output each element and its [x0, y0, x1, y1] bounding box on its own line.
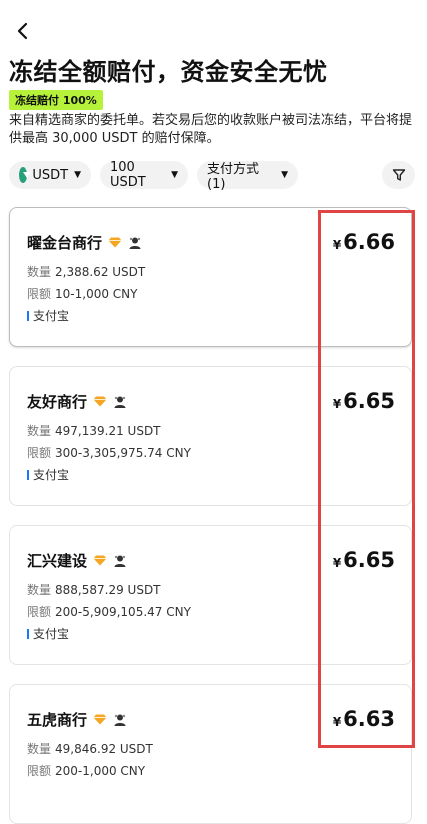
caret-down-icon: ▼ [74, 170, 81, 180]
price: ¥6.63 [333, 707, 395, 731]
price: ¥6.65 [333, 389, 395, 413]
quantity-value: 497,139.21 USDT [55, 424, 161, 438]
merchant-card[interactable]: 五虎商行 数量 49,846.92 USDT 限额 200-1,000 CNY ¥6… [9, 684, 412, 824]
quantity-row: 数量 49,846.92 USDT [27, 740, 153, 757]
currency-symbol: ¥ [332, 556, 342, 570]
coin-label: USDT [32, 167, 69, 183]
price: ¥6.66 [333, 230, 395, 254]
limit-value: 200-5,909,105.47 CNY [55, 605, 191, 619]
limit-row: 限额 200-5,909,105.47 CNY [27, 603, 191, 620]
compensation-badge: 冻结赔付 100% [9, 90, 103, 110]
payment-bar-icon [27, 311, 29, 321]
limit-label: 限额 [27, 446, 52, 460]
limit-value: 300-3,305,975.74 CNY [55, 446, 191, 460]
quantity-row: 数量 888,587.29 USDT [27, 581, 161, 598]
merchant-name: 五虎商行 [27, 711, 88, 729]
merchant-name: 曜金台商行 [27, 234, 103, 252]
limit-label: 限额 [27, 287, 52, 301]
price-value: 6.66 [343, 230, 395, 254]
currency-symbol: ¥ [332, 397, 342, 411]
limit-row: 限额 10-1,000 CNY [27, 285, 137, 302]
currency-symbol: ¥ [332, 715, 342, 729]
quantity-value: 49,846.92 USDT [55, 742, 153, 756]
quantity-row: 数量 497,139.21 USDT [27, 422, 161, 439]
limit-value: 10-1,000 CNY [55, 287, 138, 301]
diamond-icon [108, 237, 122, 248]
amount-label: 100 USDT [110, 160, 146, 190]
quantity-value: 888,587.29 USDT [55, 583, 161, 597]
payment-bar-icon [27, 629, 29, 639]
diamond-icon [93, 714, 107, 725]
merchant-card[interactable]: 友好商行 数量 497,139.21 USDT 限额 300-3,305,975.7… [9, 366, 412, 506]
verified-user-icon [114, 396, 126, 408]
payment-method: 支付宝 [27, 466, 69, 483]
merchant-name: 汇兴建设 [27, 552, 88, 570]
limit-row: 限额 300-3,305,975.74 CNY [27, 444, 191, 461]
caret-down-icon: ▼ [281, 170, 288, 180]
filter-bar: USDT ▼ 100 USDT ▼ 支付方式 (1) ▼ [9, 160, 415, 192]
coin-selector[interactable]: USDT ▼ [9, 161, 91, 189]
payment-method-selector[interactable]: 支付方式 (1) ▼ [197, 161, 298, 192]
payment-label: 支付宝 [33, 468, 70, 482]
limit-label: 限额 [27, 605, 52, 619]
limit-row: 限额 200-1,000 CNY [27, 762, 145, 779]
merchant-card[interactable]: 曜金台商行 数量 2,388.62 USDT 限额 10-1,000 CNY 支付宝… [9, 207, 412, 347]
verified-user-icon [129, 237, 141, 249]
amount-selector[interactable]: 100 USDT ▼ [100, 160, 188, 190]
price-value: 6.65 [343, 548, 395, 572]
payment-method-label: 支付方式 (1) [207, 162, 260, 192]
payment-label: 支付宝 [33, 309, 70, 323]
quantity-value: 2,388.62 USDT [55, 265, 146, 279]
verified-user-icon [114, 555, 126, 567]
caret-down-icon: ▼ [171, 170, 178, 180]
quantity-label: 数量 [27, 583, 52, 597]
merchant-card[interactable]: 汇兴建设 数量 888,587.29 USDT 限额 200-5,909,105.4… [9, 525, 412, 665]
currency-symbol: ¥ [332, 238, 342, 252]
diamond-icon [93, 555, 107, 566]
page-description: 来自精选商家的委托单。若交易后您的收款账户被司法冻结，平台将提供最高 30,00… [9, 113, 413, 146]
back-button[interactable] [12, 20, 34, 42]
limit-label: 限额 [27, 764, 52, 778]
price-value: 6.65 [343, 389, 395, 413]
quantity-row: 数量 2,388.62 USDT [27, 263, 145, 280]
usdt-icon [19, 167, 32, 183]
page-title: 冻结全额赔付，资金安全无忧 [9, 58, 328, 86]
filter-icon [392, 169, 405, 181]
quantity-label: 数量 [27, 265, 52, 279]
verified-user-icon [114, 714, 126, 726]
quantity-label: 数量 [27, 742, 52, 756]
quantity-label: 数量 [27, 424, 52, 438]
payment-method: 支付宝 [27, 625, 69, 642]
filter-button[interactable] [382, 161, 415, 189]
chevron-left-icon [17, 22, 28, 40]
merchant-name: 友好商行 [27, 393, 88, 411]
payment-bar-icon [27, 470, 29, 480]
payment-method: 支付宝 [27, 307, 69, 324]
diamond-icon [93, 396, 107, 407]
price-value: 6.63 [343, 707, 395, 731]
price: ¥6.65 [333, 548, 395, 572]
limit-value: 200-1,000 CNY [55, 764, 146, 778]
payment-label: 支付宝 [33, 627, 70, 641]
